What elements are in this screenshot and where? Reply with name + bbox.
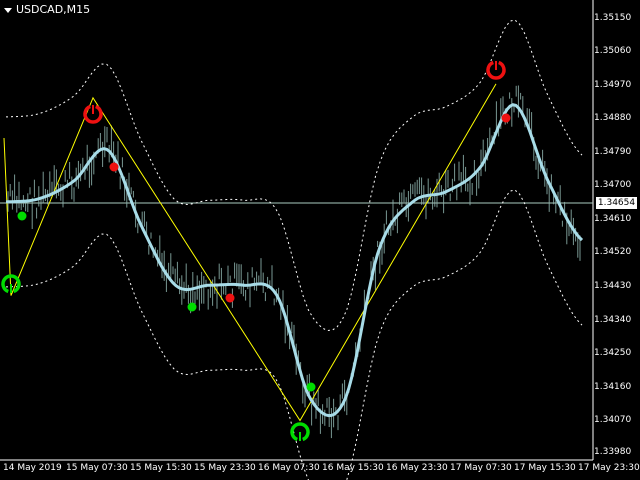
price-tick: 1.35060: [594, 46, 632, 56]
time-tick: 17 May 07:30: [450, 463, 512, 473]
time-tick: 14 May 2019: [3, 463, 62, 473]
signal-markers: [1, 60, 511, 442]
price-tick: 1.34880: [594, 113, 632, 123]
time-tick: 15 May 15:30: [130, 463, 192, 473]
buy-signal-icon: [290, 422, 310, 442]
price-tick: 1.33980: [594, 447, 632, 457]
price-tick: 1.34250: [594, 348, 632, 358]
price-tick: 1.34430: [594, 281, 632, 291]
buy-signal-icon: [1, 274, 21, 294]
price-tick: 1.35150: [594, 13, 632, 23]
price-tick: 1.34970: [594, 80, 632, 90]
chart-window[interactable]: USDCAD,M15 1.35150 1.35060 1.34970 1.348…: [0, 0, 640, 480]
sell-dot: [225, 293, 235, 303]
symbol-timeframe-label: USDCAD,M15: [16, 3, 91, 16]
zigzag-line: [3, 83, 497, 422]
time-tick: 16 May 15:30: [322, 463, 384, 473]
moving-average-line: [5, 103, 584, 418]
price-tick: 1.34070: [594, 415, 632, 425]
time-tick: 16 May 07:30: [258, 463, 320, 473]
current-price-badge: 1.34654: [596, 197, 637, 209]
sell-signal-icon: [83, 104, 103, 124]
time-tick: 16 May 23:30: [386, 463, 448, 473]
sell-dot: [501, 113, 511, 123]
price-tick: 1.34340: [594, 315, 632, 325]
buy-dot: [187, 302, 197, 312]
time-tick: 15 May 23:30: [194, 463, 256, 473]
time-tick: 17 May 15:30: [514, 463, 576, 473]
price-tick: 1.34610: [594, 214, 632, 224]
chart-title[interactable]: USDCAD,M15: [4, 3, 90, 16]
price-tick: 1.34520: [594, 247, 632, 257]
price-tick: 1.34790: [594, 147, 632, 157]
sell-signal-icon: [486, 60, 506, 80]
buy-dot: [306, 382, 316, 392]
price-tick: 1.34160: [594, 382, 632, 392]
buy-dot: [17, 211, 27, 221]
time-tick: 15 May 07:30: [66, 463, 128, 473]
time-tick: 17 May 23:30: [578, 463, 640, 473]
zigzag-path: [3, 83, 497, 422]
triangle-down-icon[interactable]: [4, 7, 12, 13]
chart-plot[interactable]: [0, 0, 640, 480]
price-tick: 1.34700: [594, 180, 632, 190]
ma-path: [5, 103, 584, 418]
sell-dot: [109, 162, 119, 172]
